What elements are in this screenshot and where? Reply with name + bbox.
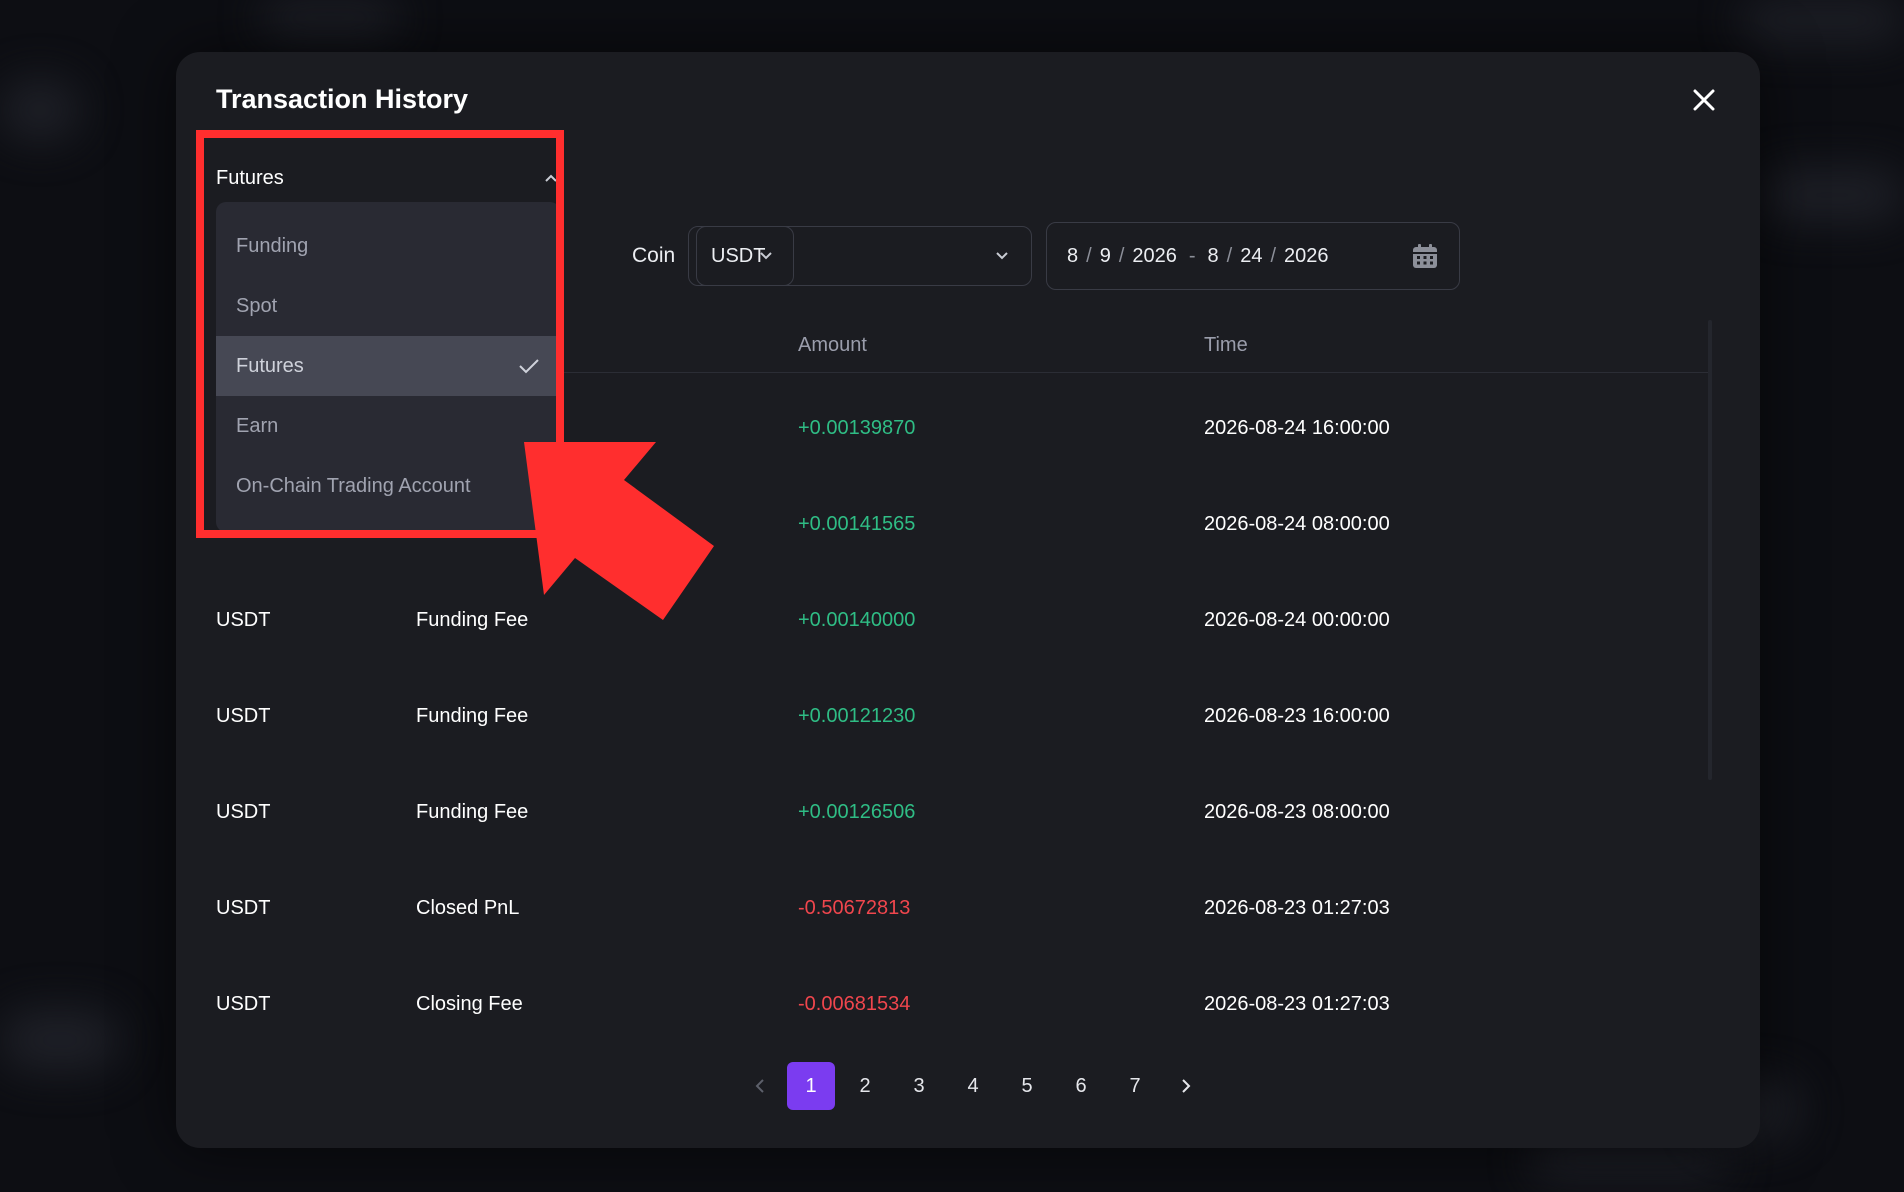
date-range-picker[interactable]: 8 / 9 / 2026 - 8 / 24 / 2026 [1046,222,1460,290]
coin-select-value: USDT [711,244,766,267]
page-button[interactable]: 3 [895,1062,943,1110]
pagination: 1 2 3 4 5 6 7 [736,1062,1210,1110]
row-time: 2026-08-24 00:00:00 [1204,609,1390,631]
check-icon [519,359,539,374]
row-coin: USDT [216,897,271,919]
row-type: Funding Fee [416,801,529,823]
table-row: USDT Funding Fee +0.00140000 2026-08-24 … [216,572,1706,668]
row-amount: +0.00126506 [798,801,916,823]
row-time: 2026-08-24 08:00:00 [1204,513,1390,535]
calendar-icon[interactable] [1411,242,1439,270]
date-part-separator: / [1086,244,1092,267]
prev-page-button[interactable] [736,1062,784,1110]
page-button[interactable]: 4 [949,1062,997,1110]
coin-label: Coin [632,244,676,267]
account-dropdown-selected: Futures [216,166,284,189]
dropdown-option-earn[interactable]: Earn [216,396,560,456]
background-blur [0,1010,120,1070]
row-type: Funding Fee [416,705,529,727]
chevron-right-icon [1182,1079,1191,1093]
page-button[interactable]: 2 [841,1062,889,1110]
dropdown-option-spot[interactable]: Spot [216,276,560,336]
row-time: 2026-08-23 08:00:00 [1204,801,1390,823]
dropdown-option-futures[interactable]: Futures [216,336,560,396]
row-time: 2026-08-23 01:27:03 [1204,993,1390,1015]
dropdown-option-label: Earn [236,414,279,437]
row-amount: +0.00121230 [798,705,916,727]
page-button[interactable]: 6 [1057,1062,1105,1110]
row-type: Closed PnL [416,897,520,919]
dropdown-option-label: On-Chain Trading Account [236,474,471,497]
dropdown-option-label: Funding [236,234,309,257]
close-button[interactable] [1686,82,1722,118]
account-dropdown-menu: Funding Spot Futures Earn On-Chain Tradi… [216,202,560,532]
date-part-separator: / [1270,244,1277,267]
background-blur [1740,0,1904,40]
column-header-amount: Amount [798,334,867,356]
table-row: USDT Funding Fee +0.00126506 2026-08-23 … [216,764,1706,860]
row-time: 2026-08-23 01:27:03 [1204,897,1390,919]
dropdown-option-on-chain-trading-account[interactable]: On-Chain Trading Account [216,456,560,516]
account-dropdown-toggle[interactable]: Futures [200,150,560,206]
page-button[interactable]: 7 [1111,1062,1159,1110]
row-time: 2026-08-23 16:00:00 [1204,705,1390,727]
background-blur [260,0,400,36]
start-day: 9 [1099,244,1111,267]
next-page-button[interactable] [1162,1062,1210,1110]
scrollbar[interactable] [1708,320,1712,780]
date-part-separator: / [1118,244,1125,267]
end-month: 8 [1207,244,1219,267]
coin-select[interactable]: USDT [688,226,1032,286]
close-icon [1693,89,1715,111]
modal-title: Transaction History [216,84,469,114]
background-blur [1760,170,1904,220]
end-day: 24 [1240,244,1263,267]
table-row: USDT Closed PnL -0.50672813 2026-08-23 0… [216,860,1706,956]
row-amount: +0.00139870 [798,417,916,439]
chevron-down-icon [996,252,1008,260]
dropdown-option-label: Futures [236,354,304,377]
row-coin: USDT [216,705,271,727]
row-coin: USDT [216,801,271,823]
table-row: USDT Closing Fee -0.00681534 2026-08-23 … [216,956,1706,1052]
row-coin: USDT [216,993,271,1015]
page-button[interactable]: 5 [1003,1062,1051,1110]
dropdown-option-funding[interactable]: Funding [216,216,560,276]
row-amount: +0.00140000 [798,609,916,631]
row-amount: -0.50672813 [798,897,911,919]
date-range-text: 8 / 9 / 2026 - 8 / 24 / 2026 [1067,245,1329,268]
page-button[interactable]: 1 [787,1062,835,1110]
row-type: Closing Fee [416,993,523,1015]
row-coin: USDT [216,609,271,631]
row-amount: -0.00681534 [798,993,911,1015]
chevron-left-icon [755,1079,764,1093]
date-part-separator: / [1226,244,1233,267]
date-range-separator: - [1188,244,1196,267]
row-type: Funding Fee [416,609,529,631]
table-row: USDT Funding Fee +0.00121230 2026-08-23 … [216,668,1706,764]
chevron-up-icon [545,174,557,182]
background-blur [0,80,80,140]
row-time: 2026-08-24 16:00:00 [1204,417,1390,439]
column-header-time: Time [1204,334,1248,356]
row-amount: +0.00141565 [798,513,916,535]
dropdown-option-label: Spot [236,294,278,317]
start-year: 2026 [1132,244,1177,267]
start-month: 8 [1067,244,1079,267]
end-year: 2026 [1284,244,1329,267]
